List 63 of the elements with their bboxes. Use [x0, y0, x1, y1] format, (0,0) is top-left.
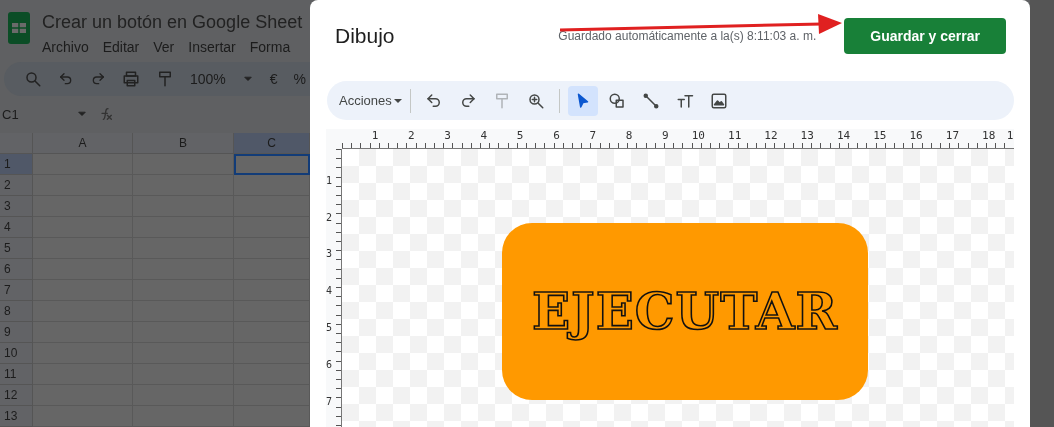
- name-box[interactable]: C1: [2, 106, 19, 122]
- grid-cell[interactable]: [133, 154, 234, 175]
- grid-cell[interactable]: [234, 259, 310, 280]
- paint-roller-icon: [156, 69, 174, 88]
- row-header[interactable]: 1: [0, 154, 33, 175]
- column-header[interactable]: B: [133, 133, 234, 154]
- grid-cell[interactable]: [234, 217, 310, 238]
- currency-format-button[interactable]: €: [269, 70, 278, 87]
- row-header[interactable]: 3: [0, 196, 33, 217]
- grid-cell[interactable]: [234, 343, 310, 364]
- grid-cell[interactable]: [234, 238, 310, 259]
- dialog-title: Dibujo: [335, 24, 396, 48]
- column-header[interactable]: C: [234, 133, 310, 154]
- rounded-rectangle-shape[interactable]: EJECUTAR: [502, 223, 868, 400]
- image-icon: [709, 91, 728, 110]
- row-header[interactable]: 7: [0, 280, 33, 301]
- row-header[interactable]: 8: [0, 301, 33, 322]
- redo-icon: [90, 70, 106, 87]
- function-icon: [98, 106, 114, 123]
- shape-text: EJECUTAR: [531, 282, 839, 341]
- grid-cell[interactable]: [234, 364, 310, 385]
- grid-cell[interactable]: [234, 322, 310, 343]
- horizontal-ruler: 1 2 3 4 5 6 7 8 9 10 11 12 13 14 15 16 17 18 1: [342, 129, 1014, 149]
- save-and-close-button[interactable]: Guardar y cerrar: [844, 18, 1006, 54]
- grid-cell[interactable]: [234, 175, 310, 196]
- menu-item[interactable]: Archivo: [42, 39, 89, 55]
- row-header[interactable]: 2: [0, 175, 33, 196]
- menu-item[interactable]: Ver: [153, 39, 175, 55]
- undo-icon: [58, 70, 74, 87]
- grid-cell[interactable]: [234, 406, 310, 427]
- vertical-ruler: 1 2 3 4 5 6 7: [326, 149, 342, 427]
- print-icon: [122, 69, 140, 88]
- grid-cell[interactable]: [133, 175, 234, 196]
- grid-cell[interactable]: [234, 154, 310, 175]
- grid-cell[interactable]: [234, 301, 310, 322]
- autosave-status: Guardado automáticamente a la(s) 8:11:03 a. m.: [558, 29, 817, 43]
- menu-item[interactable]: Editar: [102, 39, 140, 55]
- row-header[interactable]: 9: [0, 322, 33, 343]
- grid-cell[interactable]: [234, 196, 310, 217]
- row-header[interactable]: 13: [0, 406, 33, 427]
- actions-menu[interactable]: Acciones: [339, 93, 402, 108]
- shapes-icon: [607, 91, 626, 110]
- zoom-icon: [526, 91, 545, 110]
- select-tool[interactable]: [567, 85, 598, 116]
- search-icon: [24, 69, 42, 88]
- row-header[interactable]: 5: [0, 238, 33, 259]
- grid-cell[interactable]: [234, 385, 310, 406]
- row-header[interactable]: 11: [0, 364, 33, 385]
- row-header[interactable]: 6: [0, 259, 33, 280]
- menu-item[interactable]: Insertar: [188, 39, 236, 55]
- undo-icon: [424, 91, 443, 110]
- sheets-logo-icon[interactable]: [8, 12, 30, 44]
- line-icon: [641, 91, 660, 110]
- row-header[interactable]: 10: [0, 343, 33, 364]
- zoom-dropdown[interactable]: 100%: [190, 70, 226, 87]
- document-title[interactable]: Crear un botón en Google Sheet: [42, 12, 303, 33]
- menu-item[interactable]: Forma: [249, 39, 291, 55]
- percent-format-button[interactable]: %: [293, 70, 307, 87]
- column-header[interactable]: A: [33, 133, 133, 154]
- row-header[interactable]: 12: [0, 385, 33, 406]
- grid-cell[interactable]: [234, 280, 310, 301]
- row-header[interactable]: 4: [0, 217, 33, 238]
- caret-icon: [393, 96, 402, 105]
